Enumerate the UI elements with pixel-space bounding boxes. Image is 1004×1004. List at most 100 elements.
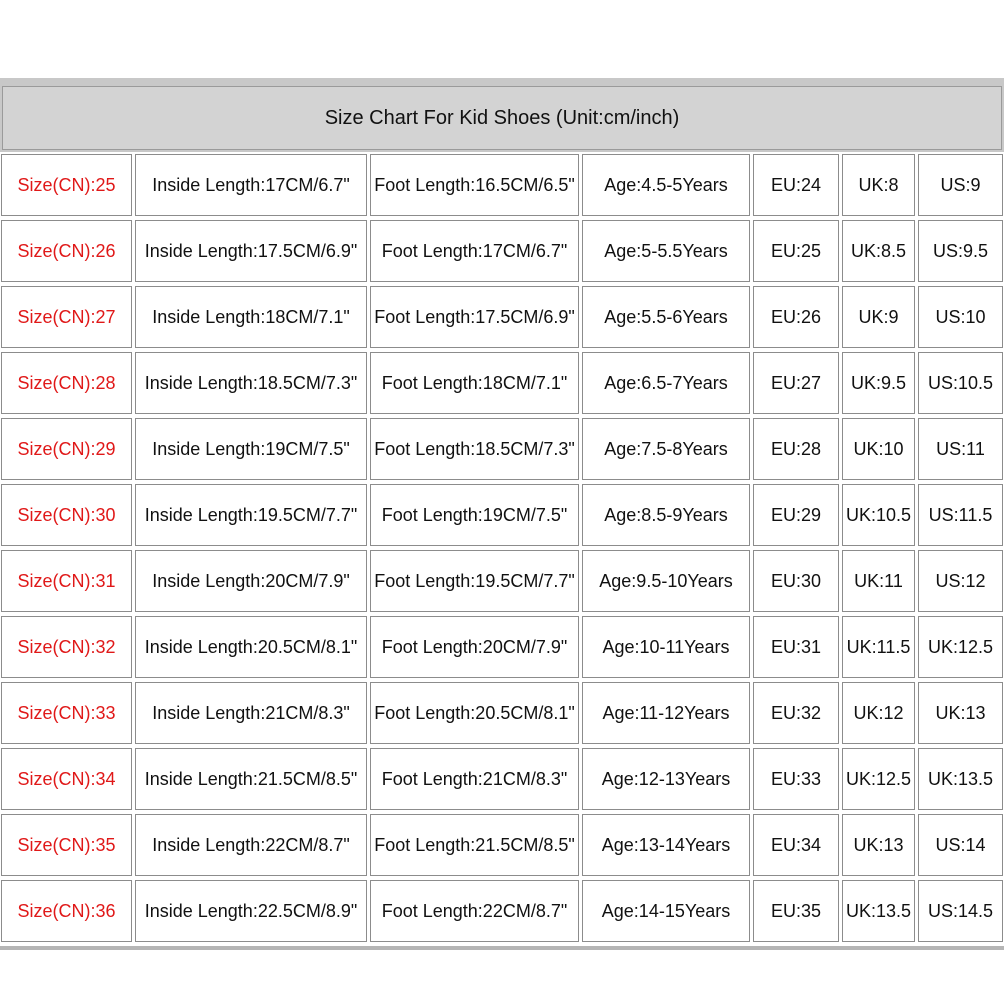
table-row: Size(CN):25 Inside Length:17CM/6.7" Foot L… bbox=[0, 152, 1004, 218]
size-cn-cell: Size(CN):26 bbox=[1, 220, 132, 282]
eu-size-cell: EU:35 bbox=[753, 880, 839, 942]
us-size-cell: UK:13 bbox=[918, 682, 1003, 744]
size-cn-cell: Size(CN):29 bbox=[1, 418, 132, 480]
eu-size-cell: EU:31 bbox=[753, 616, 839, 678]
eu-size-cell: EU:27 bbox=[753, 352, 839, 414]
table-row: Size(CN):33 Inside Length:21CM/8.3" Foot L… bbox=[0, 680, 1004, 746]
uk-size-cell: UK:13 bbox=[842, 814, 915, 876]
size-cn-cell: Size(CN):32 bbox=[1, 616, 132, 678]
inside-length-cell: Inside Length:19CM/7.5" bbox=[135, 418, 367, 480]
uk-size-cell: UK:10.5 bbox=[842, 484, 915, 546]
foot-length-cell: Foot Length:20.5CM/8.1" bbox=[370, 682, 579, 744]
size-cn-cell: Size(CN):31 bbox=[1, 550, 132, 612]
eu-size-cell: EU:32 bbox=[753, 682, 839, 744]
age-cell: Age:14-15Years bbox=[582, 880, 750, 942]
size-chart-table: Size Chart For Kid Shoes (Unit:cm/inch) … bbox=[0, 78, 1004, 950]
eu-size-cell: EU:34 bbox=[753, 814, 839, 876]
age-cell: Age:8.5-9Years bbox=[582, 484, 750, 546]
inside-length-cell: Inside Length:22CM/8.7" bbox=[135, 814, 367, 876]
foot-length-cell: Foot Length:19CM/7.5" bbox=[370, 484, 579, 546]
uk-size-cell: UK:8 bbox=[842, 154, 915, 216]
inside-length-cell: Inside Length:18.5CM/7.3" bbox=[135, 352, 367, 414]
size-cn-cell: Size(CN):25 bbox=[1, 154, 132, 216]
age-cell: Age:7.5-8Years bbox=[582, 418, 750, 480]
foot-length-cell: Foot Length:17.5CM/6.9" bbox=[370, 286, 579, 348]
inside-length-cell: Inside Length:17.5CM/6.9" bbox=[135, 220, 367, 282]
age-cell: Age:4.5-5Years bbox=[582, 154, 750, 216]
us-size-cell: US:11.5 bbox=[918, 484, 1003, 546]
uk-size-cell: UK:10 bbox=[842, 418, 915, 480]
table-bottom-divider bbox=[0, 946, 1004, 950]
foot-length-cell: Foot Length:18.5CM/7.3" bbox=[370, 418, 579, 480]
us-size-cell: US:14 bbox=[918, 814, 1003, 876]
inside-length-cell: Inside Length:17CM/6.7" bbox=[135, 154, 367, 216]
eu-size-cell: EU:28 bbox=[753, 418, 839, 480]
age-cell: Age:6.5-7Years bbox=[582, 352, 750, 414]
table-body: Size(CN):25 Inside Length:17CM/6.7" Foot L… bbox=[0, 152, 1004, 948]
inside-length-cell: Inside Length:22.5CM/8.9" bbox=[135, 880, 367, 942]
age-cell: Age:5.5-6Years bbox=[582, 286, 750, 348]
table-row: Size(CN):27 Inside Length:18CM/7.1" Foot L… bbox=[0, 284, 1004, 350]
size-cn-cell: Size(CN):33 bbox=[1, 682, 132, 744]
us-size-cell: US:11 bbox=[918, 418, 1003, 480]
foot-length-cell: Foot Length:20CM/7.9" bbox=[370, 616, 579, 678]
table-row: Size(CN):30 Inside Length:19.5CM/7.7" Foot… bbox=[0, 482, 1004, 548]
age-cell: Age:13-14Years bbox=[582, 814, 750, 876]
us-size-cell: US:9 bbox=[918, 154, 1003, 216]
foot-length-cell: Foot Length:21CM/8.3" bbox=[370, 748, 579, 810]
uk-size-cell: UK:12.5 bbox=[842, 748, 915, 810]
table-row: Size(CN):36 Inside Length:22.5CM/8.9" Foot… bbox=[0, 878, 1004, 944]
inside-length-cell: Inside Length:18CM/7.1" bbox=[135, 286, 367, 348]
foot-length-cell: Foot Length:18CM/7.1" bbox=[370, 352, 579, 414]
eu-size-cell: EU:33 bbox=[753, 748, 839, 810]
eu-size-cell: EU:24 bbox=[753, 154, 839, 216]
table-row: Size(CN):26 Inside Length:17.5CM/6.9" Foot… bbox=[0, 218, 1004, 284]
size-cn-cell: Size(CN):27 bbox=[1, 286, 132, 348]
foot-length-cell: Foot Length:21.5CM/8.5" bbox=[370, 814, 579, 876]
size-cn-cell: Size(CN):30 bbox=[1, 484, 132, 546]
age-cell: Age:11-12Years bbox=[582, 682, 750, 744]
us-size-cell: US:9.5 bbox=[918, 220, 1003, 282]
age-cell: Age:12-13Years bbox=[582, 748, 750, 810]
table-row: Size(CN):32 Inside Length:20.5CM/8.1" Foot… bbox=[0, 614, 1004, 680]
size-cn-cell: Size(CN):36 bbox=[1, 880, 132, 942]
foot-length-cell: Foot Length:16.5CM/6.5" bbox=[370, 154, 579, 216]
us-size-cell: UK:13.5 bbox=[918, 748, 1003, 810]
eu-size-cell: EU:26 bbox=[753, 286, 839, 348]
eu-size-cell: EU:29 bbox=[753, 484, 839, 546]
us-size-cell: US:14.5 bbox=[918, 880, 1003, 942]
age-cell: Age:9.5-10Years bbox=[582, 550, 750, 612]
foot-length-cell: Foot Length:17CM/6.7" bbox=[370, 220, 579, 282]
uk-size-cell: UK:8.5 bbox=[842, 220, 915, 282]
eu-size-cell: EU:30 bbox=[753, 550, 839, 612]
table-row: Size(CN):35 Inside Length:22CM/8.7" Foot L… bbox=[0, 812, 1004, 878]
us-size-cell: US:12 bbox=[918, 550, 1003, 612]
eu-size-cell: EU:25 bbox=[753, 220, 839, 282]
foot-length-cell: Foot Length:19.5CM/7.7" bbox=[370, 550, 579, 612]
uk-size-cell: UK:11.5 bbox=[842, 616, 915, 678]
age-cell: Age:5-5.5Years bbox=[582, 220, 750, 282]
inside-length-cell: Inside Length:21CM/8.3" bbox=[135, 682, 367, 744]
table-row: Size(CN):34 Inside Length:21.5CM/8.5" Foot… bbox=[0, 746, 1004, 812]
age-cell: Age:10-11Years bbox=[582, 616, 750, 678]
inside-length-cell: Inside Length:20CM/7.9" bbox=[135, 550, 367, 612]
size-cn-cell: Size(CN):34 bbox=[1, 748, 132, 810]
uk-size-cell: UK:9.5 bbox=[842, 352, 915, 414]
table-row: Size(CN):31 Inside Length:20CM/7.9" Foot L… bbox=[0, 548, 1004, 614]
table-title: Size Chart For Kid Shoes (Unit:cm/inch) bbox=[2, 86, 1002, 150]
inside-length-cell: Inside Length:19.5CM/7.7" bbox=[135, 484, 367, 546]
us-size-cell: US:10 bbox=[918, 286, 1003, 348]
inside-length-cell: Inside Length:21.5CM/8.5" bbox=[135, 748, 367, 810]
uk-size-cell: UK:11 bbox=[842, 550, 915, 612]
size-cn-cell: Size(CN):28 bbox=[1, 352, 132, 414]
uk-size-cell: UK:13.5 bbox=[842, 880, 915, 942]
size-cn-cell: Size(CN):35 bbox=[1, 814, 132, 876]
us-size-cell: US:10.5 bbox=[918, 352, 1003, 414]
foot-length-cell: Foot Length:22CM/8.7" bbox=[370, 880, 579, 942]
uk-size-cell: UK:9 bbox=[842, 286, 915, 348]
us-size-cell: UK:12.5 bbox=[918, 616, 1003, 678]
uk-size-cell: UK:12 bbox=[842, 682, 915, 744]
table-row: Size(CN):28 Inside Length:18.5CM/7.3" Foot… bbox=[0, 350, 1004, 416]
inside-length-cell: Inside Length:20.5CM/8.1" bbox=[135, 616, 367, 678]
table-row: Size(CN):29 Inside Length:19CM/7.5" Foot L… bbox=[0, 416, 1004, 482]
